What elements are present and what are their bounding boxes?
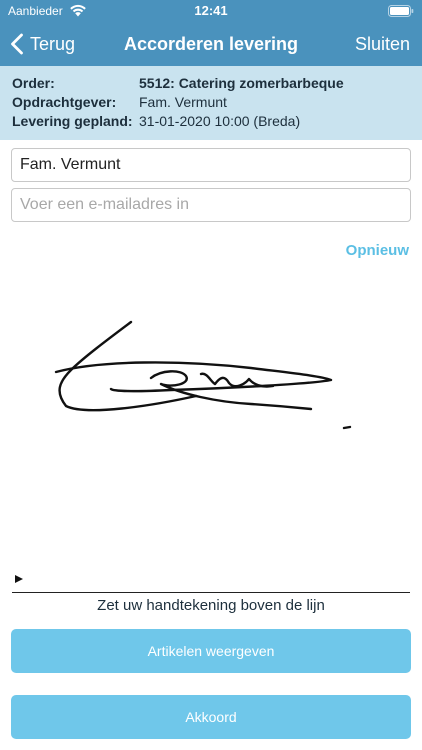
navigation-bar: Terug Accorderen levering Sluiten: [0, 22, 422, 66]
status-bar: Aanbieder 12:41: [0, 0, 422, 22]
top-bar: Aanbieder 12:41 Terug Accorderen leverin…: [0, 0, 422, 66]
accept-button[interactable]: Akkoord: [11, 695, 411, 739]
planned-delivery-value: 31-01-2020 10:00 (Breda): [139, 113, 301, 129]
chevron-left-icon: [11, 33, 23, 55]
order-info-panel: Order: 5512: Catering zomerbarbeque Opdr…: [0, 66, 422, 140]
signature-strokes: [54, 320, 352, 430]
delivery-approval-screen: Aanbieder 12:41 Terug Accorderen leverin…: [0, 0, 422, 750]
client-label: Opdrachtgever:: [12, 94, 117, 110]
signature-hint: Zet uw handtekening boven de lijn: [97, 597, 325, 614]
name-field[interactable]: [11, 148, 411, 182]
close-button[interactable]: Sluiten: [355, 34, 410, 55]
signature-line: [12, 592, 410, 593]
battery-icon: [388, 5, 414, 17]
status-time: 12:41: [194, 3, 228, 18]
show-articles-button[interactable]: Artikelen weergeven: [11, 629, 411, 673]
email-field[interactable]: [11, 188, 411, 222]
back-button[interactable]: Terug: [10, 31, 75, 57]
order-value: 5512: Catering zomerbarbeque: [139, 75, 344, 91]
order-label: Order:: [12, 75, 55, 91]
planned-delivery-label: Levering gepland:: [12, 113, 133, 129]
reset-signature-button[interactable]: Opnieuw: [346, 242, 409, 259]
play-icon: [15, 575, 23, 583]
back-button-label: Terug: [30, 33, 76, 54]
client-value: Fam. Vermunt: [139, 94, 227, 110]
signature-pad[interactable]: [11, 266, 411, 592]
